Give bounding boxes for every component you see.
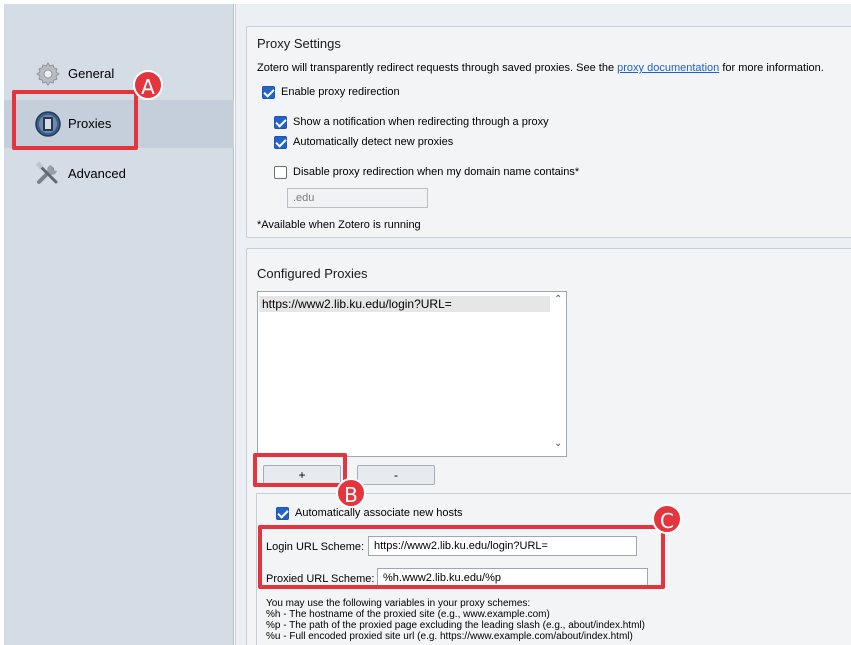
annotation-box-a xyxy=(12,90,138,150)
auto-detect-proxies-checkbox[interactable] xyxy=(274,136,287,149)
proxy-list-scrollbar[interactable]: ⌃ ⌄ xyxy=(550,292,566,456)
auto-detect-proxies-label: Automatically detect new proxies xyxy=(293,136,454,148)
configured-proxies-title: Configured Proxies xyxy=(257,266,368,281)
scroll-up-icon[interactable]: ⌃ xyxy=(554,294,562,305)
proxy-settings-description: Zotero will transparently redirect reque… xyxy=(257,62,824,74)
auto-associate-hosts-label: Automatically associate new hosts xyxy=(295,507,463,519)
enable-proxy-redirection-checkbox[interactable] xyxy=(262,86,275,99)
help-variable-p: %p - The path of the proxied page exclud… xyxy=(266,620,645,631)
list-item[interactable]: https://www2.lib.ku.edu/login?URL= xyxy=(259,296,550,312)
annotation-badge-b: B xyxy=(336,478,366,508)
sidebar-item-label: Advanced xyxy=(68,166,126,181)
annotation-box-b xyxy=(253,453,347,487)
disable-domain-checkbox[interactable] xyxy=(274,166,287,179)
show-notification-checkbox[interactable] xyxy=(274,116,287,129)
sidebar-item-label: General xyxy=(68,66,115,81)
auto-associate-hosts-checkbox[interactable] xyxy=(276,507,289,520)
sidebar-item-advanced[interactable]: Advanced xyxy=(4,152,234,196)
availability-footnote: *Available when Zotero is running xyxy=(257,219,421,231)
proxy-documentation-link[interactable]: proxy documentation xyxy=(617,62,719,74)
disable-domain-label: Disable proxy redirection when my domain… xyxy=(293,166,580,178)
tools-icon xyxy=(34,160,62,188)
annotation-badge-c: C xyxy=(652,504,682,534)
proxy-list[interactable]: https://www2.lib.ku.edu/login?URL= ⌃ ⌄ xyxy=(257,291,567,457)
show-notification-label: Show a notification when redirecting thr… xyxy=(293,116,549,128)
gear-icon xyxy=(34,60,62,88)
help-intro: You may use the following variables in y… xyxy=(266,598,531,609)
help-variable-h: %h - The hostname of the proxied site (e… xyxy=(266,609,550,620)
proxy-settings-title: Proxy Settings xyxy=(257,36,341,51)
domain-input[interactable]: .edu xyxy=(287,188,428,208)
remove-proxy-button[interactable]: - xyxy=(357,465,435,485)
enable-proxy-redirection-label: Enable proxy redirection xyxy=(281,86,400,98)
annotation-box-c xyxy=(258,525,665,589)
proxy-settings-group: Proxy Settings Zotero will transparently… xyxy=(246,26,851,238)
scroll-down-icon[interactable]: ⌄ xyxy=(554,438,562,449)
annotation-badge-a: A xyxy=(133,70,163,100)
help-variable-u: %u - Full encoded proxied site url (e.g.… xyxy=(266,631,633,642)
